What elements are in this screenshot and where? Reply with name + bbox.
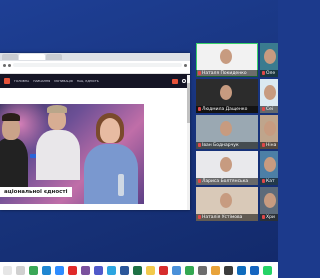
participant-name: Наталя Покиденко [196, 70, 258, 77]
tab-strip[interactable] [0, 53, 190, 61]
site-logo-icon[interactable] [4, 78, 10, 84]
browser-tab-active[interactable] [19, 54, 45, 60]
address-bar[interactable] [0, 61, 190, 69]
participant-name-text: Наталя Покиденко [202, 71, 247, 76]
participant-video [220, 193, 232, 208]
participant-name: Ніна [260, 142, 278, 149]
page-scrollbar[interactable] [187, 75, 190, 210]
calc-icon[interactable] [224, 265, 233, 275]
muted-mic-icon [262, 106, 265, 111]
reload-icon[interactable] [8, 63, 11, 67]
muted-mic-icon [262, 70, 265, 75]
muted-mic-icon [198, 214, 201, 219]
participant-video [264, 121, 276, 136]
app-icon[interactable] [211, 265, 220, 275]
nav-link-unity[interactable]: НАЦ. ЄДНІСТЬ [77, 79, 99, 83]
folder-icon[interactable] [146, 265, 155, 275]
participant-tile[interactable]: Наталя Покиденко [196, 43, 258, 77]
zoom-icon[interactable] [55, 265, 64, 275]
participant-tile[interactable]: Оле [260, 43, 278, 77]
nav-link-home[interactable]: ГОЛОВНА [14, 79, 29, 83]
browser-window[interactable]: ГОЛОВНА НАВЧАННЯ МОТИВАЦІЯ НАЦ. ЄДНІСТЬ … [0, 53, 190, 210]
participant-name-text: Іван Боднарчук [202, 143, 239, 148]
nav-link-motivation[interactable]: МОТИВАЦІЯ [54, 79, 72, 83]
participant-name-text: Оле [266, 71, 276, 76]
url-field[interactable] [13, 63, 182, 67]
participant-name-text: Ніна [266, 143, 277, 148]
chat-icon[interactable] [263, 265, 272, 275]
muted-mic-icon [262, 214, 265, 219]
site-header: ГОЛОВНА НАВЧАННЯ МОТИВАЦІЯ НАЦ. ЄДНІСТЬ [0, 74, 190, 88]
participant-name: Лариса Болтянська [196, 178, 258, 185]
hero-banner: аціональної єдності [0, 187, 72, 197]
participant-name: Людмила Дащенко [196, 106, 258, 113]
video-icon[interactable] [159, 265, 168, 275]
participant-name-text: Людмила Дащенко [202, 107, 248, 112]
back-icon[interactable] [3, 63, 6, 67]
muted-mic-icon [198, 142, 201, 147]
hero-image: аціональної єдності [0, 104, 144, 204]
maps-icon[interactable] [185, 265, 194, 275]
participant-video [220, 121, 232, 136]
participant-tile[interactable]: Сеі [260, 79, 278, 113]
mail-icon[interactable] [250, 265, 259, 275]
telegram-icon[interactable] [107, 265, 116, 275]
participant-name-text: Хри [266, 215, 275, 220]
participant-video [220, 157, 232, 172]
participant-name: Кат [260, 178, 278, 185]
opera-icon[interactable] [68, 265, 77, 275]
participant-tile[interactable]: Людмила Дащенко [196, 79, 258, 113]
participant-tile[interactable]: Лариса Болтянська [196, 151, 258, 185]
participant-name-text: Кат [266, 179, 275, 184]
participant-name-text: Сеі [266, 107, 274, 112]
teams-icon[interactable] [94, 265, 103, 275]
donate-button[interactable] [172, 78, 178, 84]
participant-video [264, 193, 276, 208]
muted-mic-icon [198, 106, 201, 111]
participant-video [220, 49, 232, 64]
browser-tab[interactable] [2, 54, 18, 60]
scrollbar-thumb[interactable] [187, 83, 190, 123]
participant-grid: Наталя Покиденко Оле Людмила Дащенко Сеі Іва… [196, 43, 278, 221]
nav-link-learning[interactable]: НАВЧАННЯ [33, 79, 50, 83]
muted-mic-icon [262, 178, 265, 183]
participant-name-text: Лариса Болтянська [202, 179, 249, 184]
menu-icon[interactable] [184, 63, 187, 67]
viber-icon[interactable] [81, 265, 90, 275]
participant-tile[interactable]: Хри [260, 187, 278, 221]
photos-icon[interactable] [172, 265, 181, 275]
participant-tile[interactable]: Ніна [260, 115, 278, 149]
participant-name-text: Наталія Устімова [202, 215, 243, 220]
participant-name: Оле [260, 70, 278, 77]
chrome-icon[interactable] [29, 265, 38, 275]
participant-tile[interactable]: Наталія Устімова [196, 187, 258, 221]
settings-icon[interactable] [198, 265, 207, 275]
edge-icon[interactable] [42, 265, 51, 275]
muted-mic-icon [262, 142, 265, 147]
participant-video [220, 85, 232, 100]
browser-tab[interactable] [46, 54, 62, 60]
muted-mic-icon [198, 178, 201, 183]
taskbar [0, 262, 278, 278]
word-icon[interactable] [120, 265, 129, 275]
participant-video [264, 49, 276, 64]
participant-name: Хри [260, 214, 278, 221]
participant-name: Іван Боднарчук [196, 142, 258, 149]
participant-video [264, 85, 276, 100]
search-icon[interactable] [182, 79, 186, 83]
start-icon[interactable] [3, 265, 12, 275]
excel-icon[interactable] [133, 265, 142, 275]
participant-tile[interactable]: Кат [260, 151, 278, 185]
muted-mic-icon [198, 70, 201, 75]
participant-tile[interactable]: Іван Боднарчук [196, 115, 258, 149]
participant-video [264, 157, 276, 172]
search-icon[interactable] [16, 265, 25, 275]
participant-name: Наталія Устімова [196, 214, 258, 221]
hero-banner-text: аціональної єдності [4, 189, 68, 195]
store-icon[interactable] [237, 265, 246, 275]
participant-name: Сеі [260, 106, 278, 113]
